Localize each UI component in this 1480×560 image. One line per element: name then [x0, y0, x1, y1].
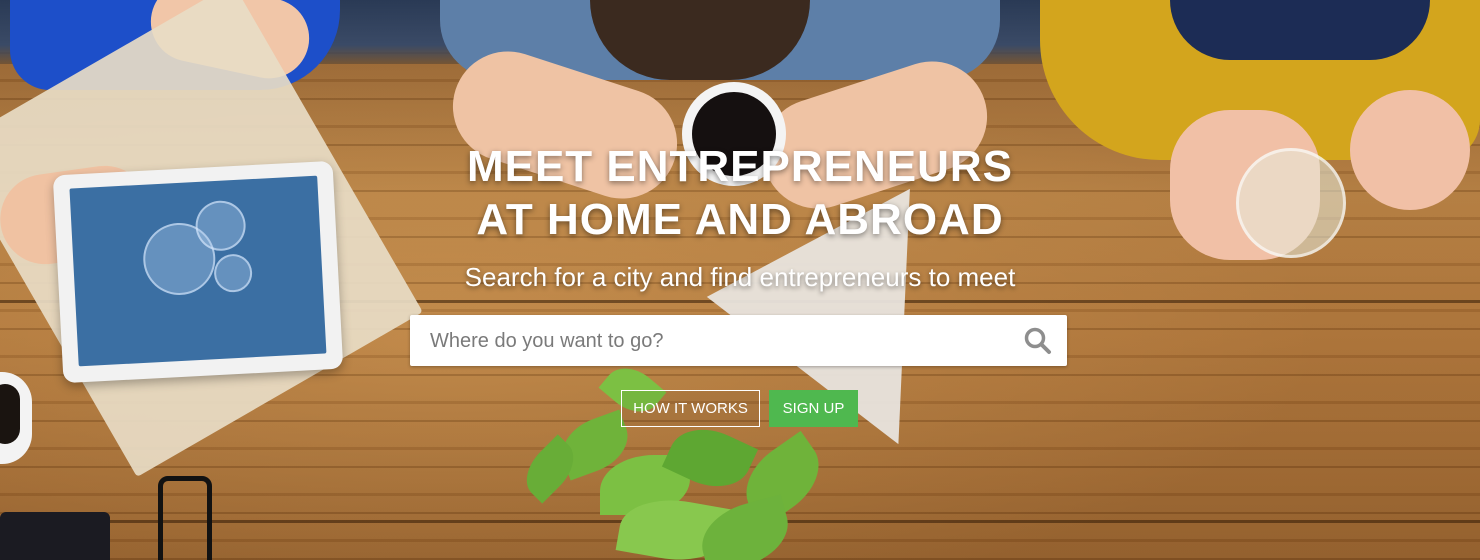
- hero-title: MEET ENTREPRENEURS AT HOME AND ABROAD: [0, 140, 1480, 246]
- search-input[interactable]: [428, 315, 1012, 368]
- how-it-works-button[interactable]: HOW IT WORKS: [621, 390, 760, 427]
- search-icon[interactable]: [1023, 326, 1053, 356]
- sign-up-button[interactable]: SIGN UP: [769, 390, 858, 427]
- hero-title-line-1: MEET ENTREPRENEURS: [466, 142, 1014, 191]
- hero-content: MEET ENTREPRENEURS AT HOME AND ABROAD Se…: [0, 0, 1480, 560]
- hero-section: MEET ENTREPRENEURS AT HOME AND ABROAD Se…: [0, 0, 1480, 560]
- search-bar: [410, 315, 1067, 368]
- hero-title-line-2: AT HOME AND ABROAD: [476, 195, 1004, 244]
- hero-subtitle: Search for a city and find entrepreneurs…: [464, 262, 1016, 292]
